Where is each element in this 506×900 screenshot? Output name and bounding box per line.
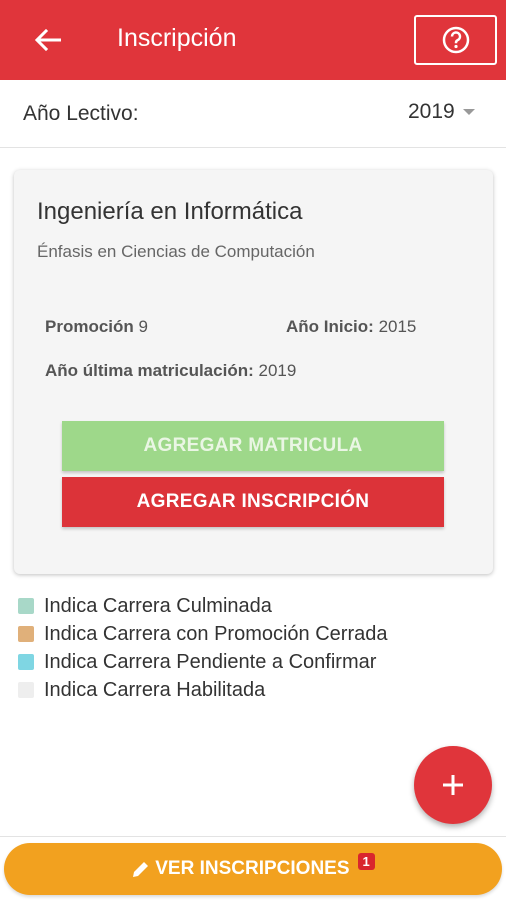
promotion-label: Promoción	[45, 317, 134, 336]
legend-swatch	[18, 626, 34, 642]
legend-label: Indica Carrera Habilitada	[44, 678, 266, 701]
legend-swatch	[18, 682, 34, 698]
legend: Indica Carrera Culminada Indica Carrera …	[18, 592, 388, 704]
career-card: Ingeniería en Informática Énfasis en Cie…	[14, 170, 493, 574]
start-year-value: 2015	[378, 317, 417, 336]
start-year-label: Año Inicio:	[286, 317, 374, 336]
promotion-value: 9	[138, 317, 148, 336]
plus-icon	[443, 775, 463, 795]
app-bar: Inscripción	[0, 0, 506, 80]
last-enrollment-info: Año última matriculación: 2019	[45, 361, 296, 381]
year-row: Año Lectivo: 2019	[0, 80, 506, 148]
start-year-info: Año Inicio: 2015	[286, 317, 416, 337]
legend-item: Indica Carrera Culminada	[18, 592, 388, 620]
legend-swatch	[18, 598, 34, 614]
pencil-icon	[133, 862, 149, 877]
view-inscriptions-button[interactable]: VER INSCRIPCIONES 1	[4, 843, 502, 895]
view-inscriptions-label: VER INSCRIPCIONES	[155, 858, 350, 879]
add-enrollment-button[interactable]: AGREGAR MATRICULA	[62, 421, 444, 471]
last-enrollment-value: 2019	[258, 361, 297, 380]
legend-label: Indica Carrera Pendiente a Confirmar	[44, 650, 377, 673]
legend-item: Indica Carrera con Promoción Cerrada	[18, 620, 388, 648]
career-title: Ingeniería en Informática	[37, 198, 303, 225]
page-title: Inscripción	[117, 24, 237, 52]
divider	[0, 836, 506, 837]
last-enrollment-label: Año última matriculación:	[45, 361, 254, 380]
arrow-left-icon	[35, 29, 61, 51]
legend-item: Indica Carrera Pendiente a Confirmar	[18, 648, 388, 676]
year-label: Año Lectivo:	[23, 102, 139, 125]
legend-swatch	[18, 654, 34, 670]
help-button[interactable]	[414, 15, 497, 65]
year-select[interactable]: 2019	[408, 100, 475, 124]
back-button[interactable]	[24, 20, 72, 60]
notification-badge: 1	[357, 852, 375, 870]
legend-label: Indica Carrera Culminada	[44, 594, 272, 617]
legend-item: Indica Carrera Habilitada	[18, 676, 388, 704]
add-fab-button[interactable]	[414, 746, 492, 824]
question-circle-icon	[442, 26, 469, 54]
legend-label: Indica Carrera con Promoción Cerrada	[44, 622, 388, 645]
year-value: 2019	[408, 100, 455, 123]
chevron-down-icon	[462, 109, 475, 115]
promotion-info: Promoción 9	[45, 317, 148, 337]
add-inscription-button[interactable]: AGREGAR INSCRIPCIÓN	[62, 477, 444, 527]
career-emphasis: Énfasis en Ciencias de Computación	[37, 242, 315, 261]
